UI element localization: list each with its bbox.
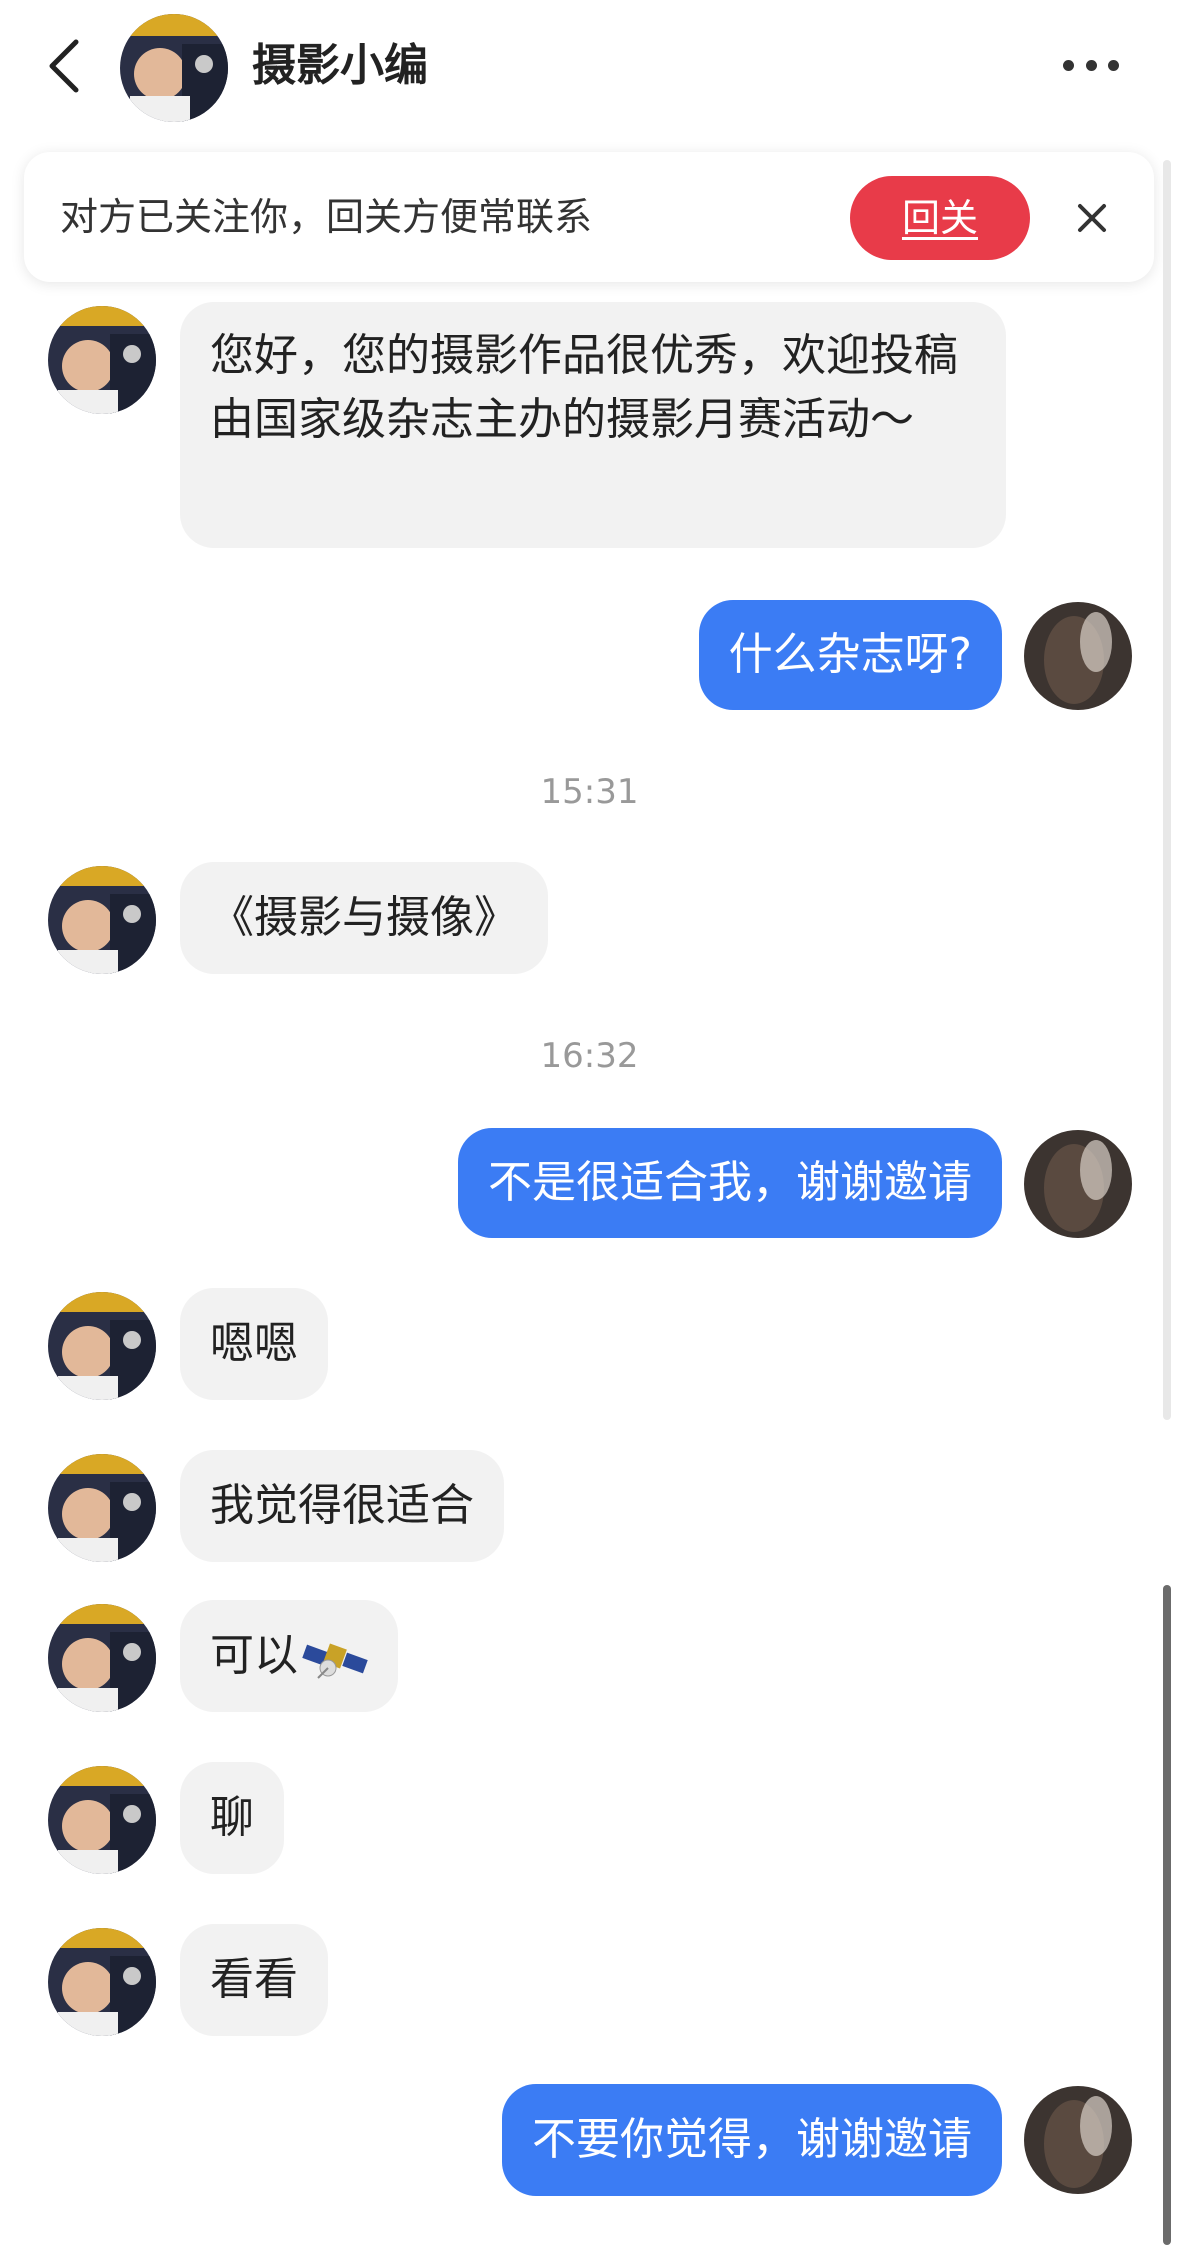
- timestamp: 15:31: [540, 772, 639, 812]
- message-bubble[interactable]: 看看: [180, 1924, 328, 2036]
- follow-back-button[interactable]: 回关: [850, 176, 1030, 260]
- banner-text: 对方已关注你，回关方便常联系: [60, 195, 593, 239]
- sender-avatar[interactable]: [48, 1766, 156, 1874]
- sender-avatar[interactable]: [48, 1454, 156, 1562]
- close-icon[interactable]: [1072, 198, 1112, 238]
- message-text: 可以: [210, 1630, 298, 1681]
- timestamp: 16:32: [540, 1036, 639, 1076]
- my-avatar[interactable]: [1024, 1130, 1132, 1238]
- message-bubble[interactable]: 不要你觉得，谢谢邀请: [502, 2084, 1002, 2196]
- contact-avatar[interactable]: [120, 14, 228, 122]
- chat-header: 摄影小编: [0, 0, 1179, 140]
- my-avatar[interactable]: [1024, 602, 1132, 710]
- message-bubble[interactable]: 我觉得很适合: [180, 1450, 504, 1562]
- sender-avatar[interactable]: [48, 306, 156, 414]
- sender-avatar[interactable]: [48, 866, 156, 974]
- my-avatar[interactable]: [1024, 2086, 1132, 2194]
- message-bubble[interactable]: 您好，您的摄影作品很优秀，欢迎投稿由国家级杂志主办的摄影月赛活动～: [180, 302, 1006, 548]
- follow-back-banner: 对方已关注你，回关方便常联系 回关: [24, 152, 1154, 282]
- contact-name: 摄影小编: [252, 40, 428, 91]
- message-bubble[interactable]: 《摄影与摄像》: [180, 862, 548, 974]
- message-bubble[interactable]: 聊: [180, 1762, 284, 1874]
- sender-avatar[interactable]: [48, 1604, 156, 1712]
- satellite-icon: [302, 1643, 368, 1679]
- message-bubble[interactable]: 什么杂志呀?: [698, 600, 1002, 710]
- sender-avatar[interactable]: [48, 1292, 156, 1400]
- back-arrow-icon[interactable]: [44, 36, 84, 96]
- sender-avatar[interactable]: [48, 1928, 156, 2036]
- message-bubble[interactable]: 可以: [180, 1600, 398, 1712]
- more-options-icon[interactable]: [1063, 50, 1119, 80]
- scrollbar-thumb[interactable]: [1163, 1585, 1171, 2245]
- message-bubble[interactable]: 嗯嗯: [180, 1288, 328, 1400]
- message-bubble[interactable]: 不是很适合我，谢谢邀请: [458, 1128, 1002, 1238]
